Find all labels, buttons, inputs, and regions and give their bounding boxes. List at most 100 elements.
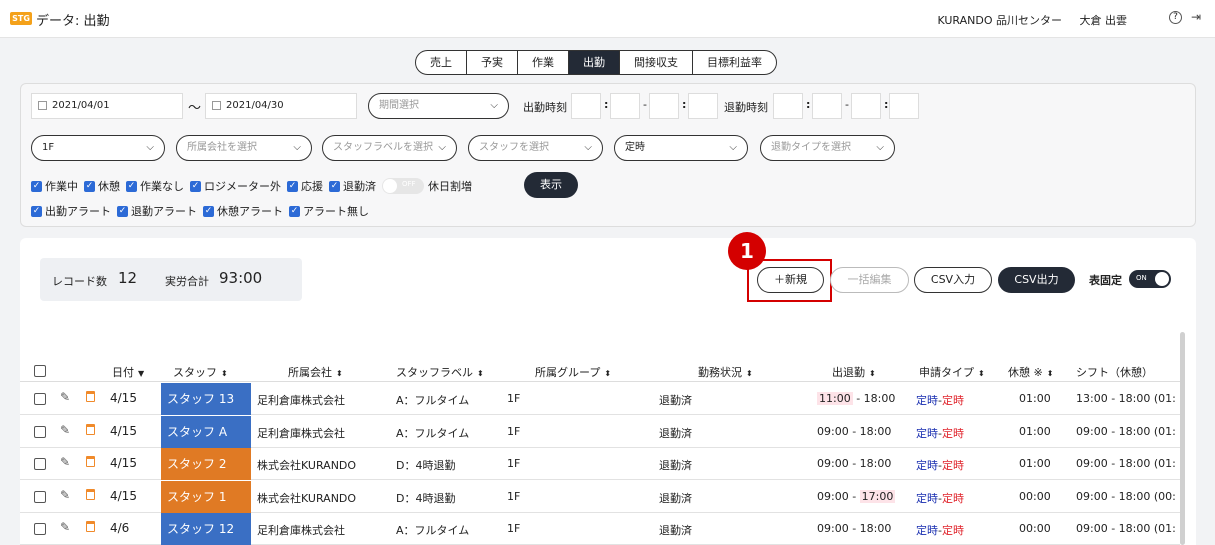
tab-0[interactable]: 売上	[416, 51, 467, 74]
table-row[interactable]: ✎ 4/15 スタッフ A 足利倉庫株式会社 A：フルタイム 1F 退勤済 09:00 - 1…	[20, 415, 1180, 448]
vertical-scrollbar[interactable]	[1180, 332, 1185, 545]
select-all-checkbox[interactable]	[34, 365, 46, 377]
checkbox-checked-icon: ✓	[329, 180, 340, 192]
fix-header-toggle[interactable]: ON	[1129, 270, 1171, 288]
leave-type-select[interactable]: 退勤タイプを選択 ⌵	[760, 135, 895, 161]
tab-2[interactable]: 作業	[518, 51, 569, 74]
new-button[interactable]: ＋新規	[757, 267, 824, 293]
clock-out-minute-start[interactable]	[812, 93, 842, 119]
alert-checkbox[interactable]: ✓ アラート無し	[289, 203, 369, 219]
delete-trash-icon[interactable]	[86, 456, 95, 467]
column-header[interactable]: シフト（休憩）	[1076, 364, 1153, 380]
sort-icon[interactable]: ⬍	[1047, 369, 1054, 378]
status-checkbox[interactable]: ✓ 休憩	[84, 178, 120, 194]
column-header[interactable]: スタッフ ⬍	[173, 364, 228, 380]
staff-label-select[interactable]: スタッフラベルを選択 ⌵	[322, 135, 457, 161]
status-checkbox[interactable]: ✓ 作業なし	[126, 178, 184, 194]
group-cell: 1F	[507, 489, 521, 503]
staff-select-value: スタッフを選択	[479, 142, 549, 153]
alert-checkbox[interactable]: ✓ 休憩アラート	[203, 203, 283, 219]
column-header[interactable]: 申請タイプ ⬍	[919, 364, 985, 380]
row-checkbox[interactable]	[34, 425, 46, 438]
delete-trash-icon[interactable]	[86, 521, 95, 532]
sort-icon[interactable]: ⬍	[746, 369, 753, 378]
column-header[interactable]: スタッフラベル ⬍	[396, 364, 484, 380]
sort-icon[interactable]: ⬍	[336, 369, 343, 378]
staff-cell[interactable]: スタッフ A	[161, 415, 251, 448]
column-header[interactable]: 所属グループ ⬍	[535, 364, 611, 380]
column-header[interactable]: 勤務状況 ⬍	[698, 364, 753, 380]
clock-out-minute-end[interactable]	[889, 93, 919, 119]
tab-4[interactable]: 間接収支	[620, 51, 693, 74]
staff-select[interactable]: スタッフを選択 ⌵	[468, 135, 603, 161]
clock-in-minute-start[interactable]	[610, 93, 640, 119]
help-circle-icon[interactable]: ?	[1169, 11, 1182, 24]
csv-import-button[interactable]: CSV入力	[914, 267, 992, 293]
sort-icon[interactable]: ⬍	[221, 369, 228, 378]
show-button[interactable]: 表示	[524, 172, 578, 198]
date-to-input[interactable]: 2021/04/30	[205, 93, 357, 119]
logout-icon[interactable]: ⇥	[1191, 10, 1201, 24]
tab-5[interactable]: 目標利益率	[693, 51, 776, 74]
alert-checkbox[interactable]: ✓ 出勤アラート	[31, 203, 111, 219]
table-row[interactable]: ✎ 4/15 スタッフ 1 株式会社KURANDO D：4時退勤 1F 退勤済 09:00 -…	[20, 480, 1180, 513]
clock-out-hour-start[interactable]	[773, 93, 803, 119]
sort-icon[interactable]: ⬍	[477, 369, 484, 378]
staff-cell[interactable]: スタッフ 1	[161, 480, 251, 513]
sort-icon[interactable]: ⬍	[869, 369, 876, 378]
sort-icon[interactable]: ⬍	[978, 369, 985, 378]
staff-label-cell: A：フルタイム	[396, 394, 470, 407]
column-header[interactable]: 出退勤 ⬍	[832, 364, 876, 380]
csv-export-button[interactable]: CSV出力	[998, 267, 1075, 293]
status-checkbox[interactable]: ✓ 退勤済	[329, 178, 376, 194]
row-checkbox[interactable]	[34, 393, 46, 405]
clock-in-hour-start[interactable]	[571, 93, 601, 119]
alert-checkbox[interactable]: ✓ 退勤アラート	[117, 203, 197, 219]
sort-icon[interactable]: ⬍	[604, 369, 611, 378]
checkbox-checked-icon: ✓	[190, 180, 201, 192]
tab-3[interactable]: 出勤	[569, 51, 620, 74]
tab-1[interactable]: 予実	[467, 51, 518, 74]
table-row[interactable]: ✎ 4/15 スタッフ 13 足利倉庫株式会社 A：フルタイム 1F 退勤済 11:00 - …	[20, 383, 1180, 415]
row-checkbox[interactable]	[34, 458, 46, 470]
status-checkbox[interactable]: ✓ 応援	[287, 178, 323, 194]
row-checkbox[interactable]	[34, 490, 46, 503]
column-header[interactable]: 休憩 ※ ⬍	[1008, 364, 1053, 380]
company-select[interactable]: 所属会社を選択 ⌵	[176, 135, 312, 161]
table-row[interactable]: ✎ 4/6 スタッフ 12 足利倉庫株式会社 A：フルタイム 1F 退勤済 09:00 - 1…	[20, 513, 1180, 545]
schedule-select[interactable]: 定時 ⌵	[614, 135, 748, 161]
clock-in-minute-end[interactable]	[688, 93, 718, 119]
edit-pencil-icon[interactable]: ✎	[60, 488, 70, 502]
delete-trash-icon[interactable]	[86, 488, 95, 500]
status-checkbox[interactable]: ✓ ロジメーター外	[190, 178, 281, 194]
staff-cell[interactable]: スタッフ 13	[161, 383, 251, 415]
time-range-dash: -	[845, 98, 849, 111]
clock-in-time: 09:00	[817, 522, 849, 535]
company-cell: 株式会社KURANDO	[257, 459, 357, 472]
holiday-toggle[interactable]: OFF	[382, 178, 424, 194]
period-select[interactable]: 期間選択 ⌵	[368, 93, 509, 119]
bulk-edit-button[interactable]: 一括編集	[830, 267, 909, 293]
staff-cell[interactable]: スタッフ 2	[161, 448, 251, 480]
edit-pencil-icon[interactable]: ✎	[60, 423, 70, 437]
clock-out-hour-end[interactable]	[851, 93, 881, 119]
shift-cell: 13:00 - 18:00 (01:	[1076, 392, 1176, 405]
delete-trash-icon[interactable]	[86, 423, 95, 435]
edit-pencil-icon[interactable]: ✎	[60, 455, 70, 469]
row-checkbox[interactable]	[34, 523, 46, 535]
floor-select[interactable]: 1F ⌵	[31, 135, 165, 161]
sort-desc-icon[interactable]: ▼	[138, 369, 144, 378]
clock-in-hour-end[interactable]	[649, 93, 679, 119]
date-from-input[interactable]: 2021/04/01	[31, 93, 183, 119]
edit-pencil-icon[interactable]: ✎	[60, 390, 70, 404]
status-checkbox[interactable]: ✓ 作業中	[31, 178, 78, 194]
table-row[interactable]: ✎ 4/15 スタッフ 2 株式会社KURANDO D：4時退勤 1F 退勤済 09:00 -…	[20, 448, 1180, 480]
delete-trash-icon[interactable]	[86, 391, 95, 402]
checkbox-checked-icon: ✓	[31, 205, 42, 217]
time-separator: :	[806, 98, 811, 111]
edit-pencil-icon[interactable]: ✎	[60, 520, 70, 534]
column-header-label: 日付	[112, 366, 134, 379]
staff-cell[interactable]: スタッフ 12	[161, 513, 251, 545]
column-header[interactable]: 日付 ▼	[112, 364, 144, 380]
column-header[interactable]: 所属会社 ⬍	[288, 364, 343, 380]
